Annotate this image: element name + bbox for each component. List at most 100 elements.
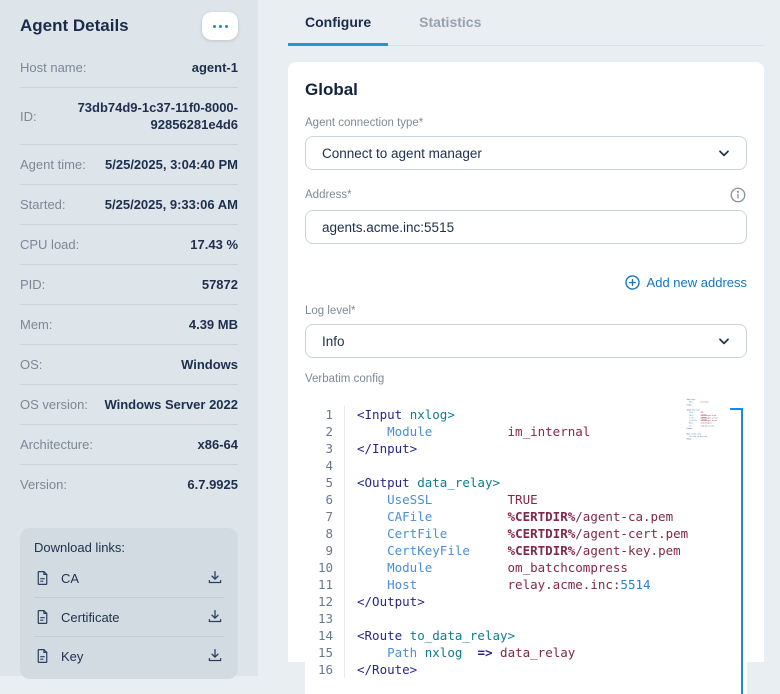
log-level-value: Info	[322, 334, 345, 349]
code-line: 15 Path nxlog => data_relay	[305, 644, 747, 661]
code-line: 6 UseSSL TRUE	[305, 491, 747, 508]
code-line: 10 Module om_batchcompress	[305, 559, 747, 576]
kebab-menu-icon	[213, 25, 216, 28]
code-line: 12</Output>	[305, 593, 747, 610]
row-label: Host name:	[20, 60, 86, 75]
sidebar-row: CPU load: 17.43 %	[20, 225, 238, 265]
download-item-key[interactable]: Key	[34, 637, 224, 675]
line-number: 14	[305, 627, 345, 644]
row-value: 4.39 MB	[189, 316, 238, 333]
code-line: 9 CertKeyFile %CERTDIR%/agent-key.pem	[305, 542, 747, 559]
code-line: 5<Output data_relay>	[305, 474, 747, 491]
row-value: 57872	[202, 276, 238, 293]
code-line: 11 Host relay.acme.inc:5514	[305, 576, 747, 593]
row-label: Architecture:	[20, 437, 93, 452]
line-number: 5	[305, 474, 345, 491]
row-label: CPU load:	[20, 237, 79, 252]
tab-statistics[interactable]: Statistics	[402, 0, 498, 45]
verbatim-config-editor[interactable]: 1<Input nxlog>2 Module im_internal3</Inp…	[305, 394, 747, 694]
code-line: 7 CAFile %CERTDIR%/agent-ca.pem	[305, 508, 747, 525]
download-links-title: Download links:	[34, 540, 224, 559]
line-number: 11	[305, 576, 345, 593]
sidebar-row: PID: 57872	[20, 265, 238, 305]
row-value: x86-64	[198, 436, 238, 453]
connection-type-label: Agent connection type*	[305, 116, 747, 130]
file-icon	[34, 647, 51, 665]
section-title-global: Global	[305, 80, 747, 100]
editor-scrollbar[interactable]	[741, 408, 743, 694]
line-number: 2	[305, 423, 345, 440]
line-number: 7	[305, 508, 345, 525]
sidebar-row: OS: Windows	[20, 345, 238, 385]
line-number: 10	[305, 559, 345, 576]
row-label: Version:	[20, 477, 67, 492]
verbatim-config-label: Verbatim config	[305, 372, 747, 386]
more-options-button[interactable]	[202, 12, 238, 40]
agent-details-sidebar: Agent Details Host name: agent-1 ID: 73db74…	[0, 0, 258, 676]
tab-bar: Configure Statistics	[288, 0, 764, 46]
code-line: 1<Input nxlog>	[305, 406, 747, 423]
line-number: 6	[305, 491, 345, 508]
tab-configure[interactable]: Configure	[288, 0, 388, 45]
sidebar-titlebar: Agent Details	[20, 0, 238, 48]
line-number: 4	[305, 457, 345, 474]
download-item-ca[interactable]: CA	[34, 559, 224, 598]
sidebar-row: Host name: agent-1	[20, 48, 238, 88]
row-value: 17.43 %	[190, 236, 238, 253]
code-line: 3</Input>	[305, 440, 747, 457]
sidebar-row: Version: 6.7.9925	[20, 465, 238, 504]
add-new-address-button[interactable]: Add new address	[305, 272, 747, 292]
address-input[interactable]: agents.acme.inc:5515	[305, 210, 747, 244]
file-icon	[34, 569, 51, 587]
line-number: 12	[305, 593, 345, 610]
log-level-label: Log level*	[305, 304, 747, 318]
editor-minimap[interactable]: <Input nxlog> Module im_internal</Input>…	[685, 398, 727, 450]
file-icon	[34, 608, 51, 626]
line-number: 16	[305, 661, 345, 678]
code-line: 2 Module im_internal	[305, 423, 747, 440]
row-label: OS:	[20, 357, 42, 372]
row-value: agent-1	[192, 59, 238, 76]
code-line: 4	[305, 457, 747, 474]
code-line: 13	[305, 610, 747, 627]
row-label: Mem:	[20, 317, 53, 332]
sidebar-row: ID: 73db74d9-1c37-11f0-8000-92856281e4d6	[20, 88, 238, 145]
row-label: ID:	[20, 109, 37, 124]
code-line: 14<Route to_data_relay>	[305, 627, 747, 644]
info-icon[interactable]	[729, 186, 747, 204]
row-value: Windows Server 2022	[104, 396, 238, 413]
sidebar-row: Architecture: x86-64	[20, 425, 238, 465]
sidebar-row: Mem: 4.39 MB	[20, 305, 238, 345]
log-level-select[interactable]: Info	[305, 324, 747, 358]
row-value: Windows	[181, 356, 238, 373]
add-new-address-label: Add new address	[647, 275, 747, 290]
row-value: 5/25/2025, 9:33:06 AM	[105, 196, 238, 213]
download-item-certificate[interactable]: Certificate	[34, 598, 224, 637]
row-value: 73db74d9-1c37-11f0-8000-92856281e4d6	[70, 99, 238, 133]
code-lines: 1<Input nxlog>2 Module im_internal3</Inp…	[305, 406, 747, 678]
chevron-down-icon	[716, 333, 732, 349]
download-icon[interactable]	[206, 569, 224, 587]
connection-type-value: Connect to agent manager	[322, 146, 482, 161]
sidebar-row: Started:5/25/2025, 9:33:06 AM	[20, 185, 238, 225]
download-icon[interactable]	[206, 608, 224, 626]
line-number: 8	[305, 525, 345, 542]
row-label: OS version:	[20, 397, 88, 412]
address-value: agents.acme.inc:5515	[322, 220, 454, 235]
row-label: PID:	[20, 277, 45, 292]
download-item-label: CA	[61, 571, 79, 586]
row-value: 6.7.9925	[187, 476, 238, 493]
connection-type-select[interactable]: Connect to agent manager	[305, 136, 747, 170]
line-number: 15	[305, 644, 345, 661]
line-number: 13	[305, 610, 345, 627]
row-value: 5/25/2025, 3:04:40 PM	[105, 156, 238, 173]
minimap-code: <Input nxlog> Module im_internal</Input>…	[685, 398, 727, 440]
address-label: Address*	[305, 188, 352, 202]
address-label-row: Address*	[305, 186, 747, 204]
sidebar-title: Agent Details	[20, 16, 129, 36]
plus-circle-icon	[624, 274, 641, 291]
code-line: 8 CertFile %CERTDIR%/agent-cert.pem	[305, 525, 747, 542]
download-icon[interactable]	[206, 647, 224, 665]
code-line: </Route>	[685, 438, 727, 441]
chevron-down-icon	[716, 145, 732, 161]
